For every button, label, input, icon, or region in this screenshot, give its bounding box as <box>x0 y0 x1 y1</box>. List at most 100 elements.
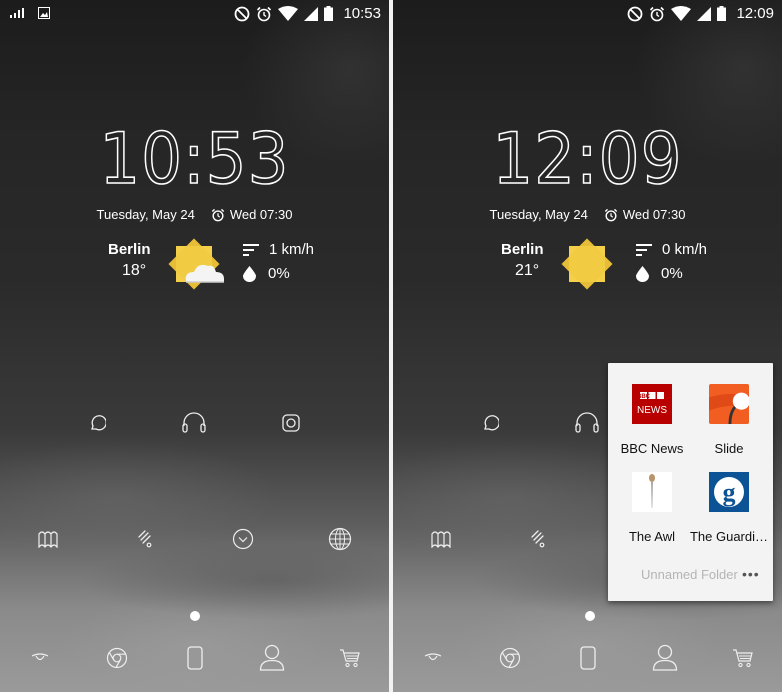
eye-icon <box>31 653 49 661</box>
weather-widget[interactable]: Berlin 18° 1 km/h 0% <box>0 236 389 292</box>
headphones-icon <box>182 412 206 433</box>
folder-app-label: The Awl <box>628 529 675 544</box>
bbc-news-icon: BBC NEWS <box>632 384 672 424</box>
sunny-icon <box>561 238 613 290</box>
next-alarm[interactable]: Wed 07:30 <box>604 207 686 222</box>
instagram-icon <box>282 414 300 432</box>
weather-wind: 1 km/h <box>243 241 314 258</box>
weather-precipitation: 0% <box>243 265 290 282</box>
raindrop-icon <box>636 265 649 282</box>
weather-widget[interactable]: Berlin 21° 0 km/h 0% <box>393 236 782 292</box>
image-notification-icon <box>38 7 50 19</box>
folder-app-slide[interactable]: Slide <box>689 384 769 456</box>
folder-name[interactable]: Unnamed Folder <box>641 567 738 582</box>
chat-icon <box>91 415 106 431</box>
folder-app-label: The Guardi… <box>689 529 769 544</box>
dock-phone-app[interactable] <box>179 642 211 674</box>
chevron-down-circle-icon <box>232 528 254 550</box>
alarm-clock-icon <box>604 208 617 221</box>
partly-cloudy-icon <box>168 238 224 290</box>
weather-temperature: 18° <box>122 262 147 279</box>
page-indicator <box>190 611 200 621</box>
weather-temperature: 21° <box>515 262 540 279</box>
alarm-icon <box>257 6 272 21</box>
dock-chrome-app[interactable] <box>101 642 133 674</box>
chrome-icon <box>106 647 128 669</box>
contacts-icon <box>259 644 285 671</box>
chrome-icon <box>499 647 521 669</box>
phone-icon <box>187 646 203 670</box>
dock-contacts-app[interactable] <box>256 642 288 674</box>
do-not-disturb-icon <box>628 6 643 21</box>
cell-signal-icon <box>304 6 319 21</box>
dock-shopping-app[interactable] <box>334 642 366 674</box>
battery-icon <box>717 6 727 21</box>
weather-city: Berlin <box>108 241 151 258</box>
eye-icon <box>424 653 442 661</box>
dock-contacts-app[interactable] <box>649 642 681 674</box>
cell-signal-icon <box>697 6 712 21</box>
maps-app[interactable] <box>425 523 457 555</box>
feedly-icon <box>531 530 545 548</box>
folder-app-bbc-news[interactable]: BBC NEWS BBC News <box>612 384 692 456</box>
folder-app-the-awl[interactable]: The Awl <box>612 472 692 544</box>
headphones-icon <box>575 412 599 433</box>
contacts-icon <box>652 644 678 671</box>
alarm-time: Wed 07:30 <box>229 207 293 222</box>
lockscreen-left: 10:53 10:53 Tuesday, May 24 Wed 07:30 Be… <box>0 0 389 692</box>
folder-app-label: Slide <box>714 441 744 456</box>
wifi-icon <box>671 6 692 21</box>
folder-app-label: BBC News <box>620 441 684 456</box>
signal-bars-icon <box>10 8 24 18</box>
dock-eye-app[interactable] <box>417 642 449 674</box>
weather-precipitation: 0% <box>636 265 683 282</box>
app-folder-popup: BBC NEWS BBC News Slide The Awl g The Gu… <box>608 363 773 601</box>
app-drawer-button[interactable] <box>227 523 259 555</box>
feedly-app[interactable] <box>523 523 555 555</box>
browser-globe-icon <box>328 527 352 551</box>
guardian-icon: g <box>709 472 749 512</box>
alarm-time: Wed 07:30 <box>622 207 686 222</box>
date-alarm-row: Tuesday, May 24 Wed 07:30 <box>393 207 782 222</box>
page-indicator <box>585 611 595 621</box>
dock-phone-app[interactable] <box>572 642 604 674</box>
wind-icon <box>243 243 259 256</box>
dock-eye-app[interactable] <box>24 642 56 674</box>
feedly-icon <box>138 530 152 548</box>
svg-text:g: g <box>723 478 736 507</box>
instagram-app[interactable] <box>275 407 307 439</box>
battery-icon <box>324 6 334 21</box>
date-text: Tuesday, May 24 <box>489 207 588 222</box>
folder-app-the-guardian[interactable]: g The Guardi… <box>689 472 769 544</box>
status-time: 12:09 <box>736 5 774 22</box>
weather-wind: 0 km/h <box>636 241 707 258</box>
chat-app[interactable] <box>474 407 506 439</box>
music-app[interactable] <box>178 407 210 439</box>
feedly-app[interactable] <box>130 523 162 555</box>
svg-text:BBC: BBC <box>637 394 651 400</box>
folder-more-button[interactable]: ••• <box>742 566 760 582</box>
svg-text:NEWS: NEWS <box>637 405 667 416</box>
maps-icon <box>38 531 58 548</box>
status-time: 10:53 <box>343 5 381 22</box>
wind-icon <box>636 243 652 256</box>
the-awl-icon <box>632 472 672 512</box>
maps-icon <box>431 531 451 548</box>
wifi-icon <box>278 6 299 21</box>
phone-icon <box>580 646 596 670</box>
shopping-cart-icon <box>733 649 753 668</box>
status-bar: 10:53 <box>0 0 389 28</box>
maps-app[interactable] <box>32 523 64 555</box>
alarm-icon <box>650 6 665 21</box>
date-text: Tuesday, May 24 <box>96 207 195 222</box>
music-app[interactable] <box>571 407 603 439</box>
chat-app[interactable] <box>81 407 113 439</box>
browser-app[interactable] <box>324 523 356 555</box>
dock-shopping-app[interactable] <box>727 642 759 674</box>
lockscreen-clock: 12:09 <box>492 117 683 201</box>
dock-chrome-app[interactable] <box>494 642 526 674</box>
weather-city: Berlin <box>501 241 544 258</box>
raindrop-icon <box>243 265 256 282</box>
next-alarm[interactable]: Wed 07:30 <box>211 207 293 222</box>
chat-icon <box>484 415 499 431</box>
